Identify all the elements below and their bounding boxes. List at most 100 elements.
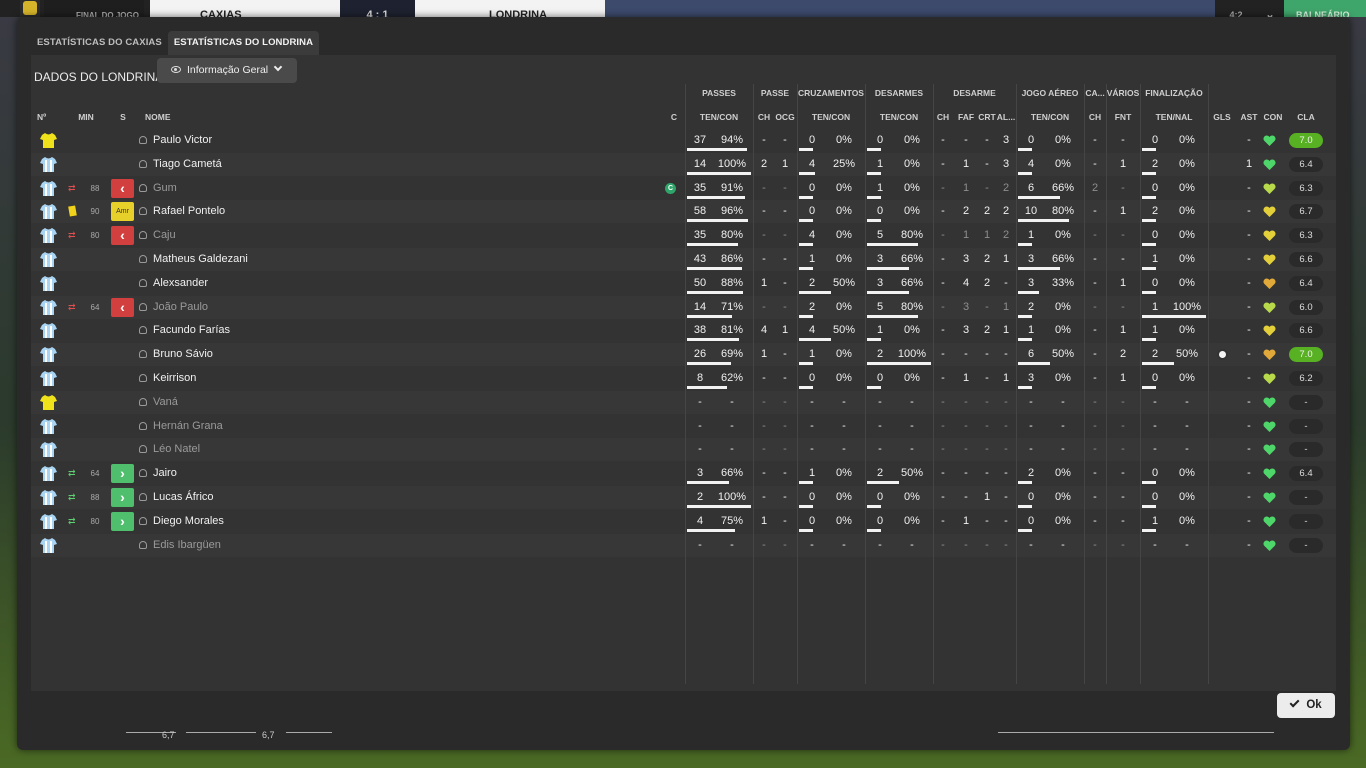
fouls: 1: [962, 229, 970, 242]
person-icon: [139, 231, 147, 240]
column-header-faf[interactable]: FAF: [955, 109, 977, 125]
player-name[interactable]: Facundo Farías: [139, 319, 559, 342]
player-name[interactable]: Rafael Pontelo: [139, 200, 559, 223]
sub-in-icon: ⇄: [68, 515, 76, 526]
column-header-passes[interactable]: TEN/CON: [685, 109, 753, 125]
player-name[interactable]: Gum: [139, 177, 559, 200]
team-tabs: ESTATÍSTICAS DO CAXIAS ESTATÍSTICAS DO LO…: [31, 31, 320, 55]
passes-attempts: -: [698, 395, 702, 408]
collapse-icon[interactable]: ⌄: [1258, 0, 1282, 17]
aerial-attempts: -: [1029, 395, 1033, 408]
column-header-crt[interactable]: CRT: [977, 109, 997, 125]
dressing-room-button[interactable]: BALNEÁRIO: [1284, 0, 1366, 17]
passes-bar: [687, 290, 744, 294]
column-header-min[interactable]: MIN: [75, 109, 97, 125]
column-header-al[interactable]: AL...: [996, 109, 1016, 125]
cards: -: [985, 395, 989, 408]
aerial-pct: 33%: [1051, 276, 1075, 289]
column-header-cla[interactable]: CLA: [1289, 109, 1323, 125]
cards: 2: [983, 276, 991, 289]
column-header-s[interactable]: S: [115, 109, 131, 125]
sub-out-icon: ⇄: [68, 301, 76, 312]
player-name[interactable]: Lucas Áfrico: [139, 486, 559, 509]
view-dropdown[interactable]: Informação Geral: [157, 58, 297, 83]
crosses-bar: [799, 148, 813, 151]
pass-ocg: -: [783, 395, 787, 408]
pass-ch: -: [762, 538, 766, 551]
column-header-nome[interactable]: NOME: [145, 109, 205, 125]
player-name[interactable]: Tiago Cametá: [139, 153, 559, 176]
player-name[interactable]: Léo Natel: [139, 438, 559, 461]
column-header-ast[interactable]: AST: [1237, 109, 1261, 125]
minute-value: 88: [90, 493, 100, 502]
tackles-bar: [867, 171, 881, 175]
passes-bar: [687, 362, 732, 366]
cards: -: [985, 372, 989, 384]
shirt-icon: [40, 418, 57, 435]
column-header-fin[interactable]: TEN/NAL: [1140, 109, 1208, 125]
column-header-ocg[interactable]: OCG: [773, 109, 797, 125]
tackles-bar: [867, 219, 881, 223]
shots-pct: 0%: [1179, 253, 1195, 265]
shots-bar: [1142, 290, 1156, 294]
column-header-gls[interactable]: GLS: [1209, 109, 1235, 125]
ca-ch: -: [1093, 276, 1097, 289]
condition-heart-icon: [1263, 325, 1276, 337]
player-name[interactable]: Matheus Galdezani: [139, 248, 559, 271]
passes-bar: [687, 314, 733, 318]
fnt: -: [1121, 419, 1125, 432]
column-header-aereo[interactable]: TEN/CON: [1016, 109, 1084, 125]
player-name[interactable]: Edis Ibargüen: [139, 534, 559, 557]
aerial-bar: [1018, 338, 1032, 342]
aerial-bar: [1018, 481, 1032, 485]
ca-ch: -: [1093, 157, 1097, 170]
person-icon: [139, 421, 147, 430]
tackles-bar: [867, 528, 881, 532]
fouls: 3: [962, 324, 970, 337]
column-header-num[interactable]: Nº: [37, 109, 59, 125]
player-name[interactable]: Hernán Grana: [139, 415, 559, 438]
pass-ocg: -: [783, 538, 787, 551]
shots-bar: [1142, 505, 1156, 508]
column-header-cruz[interactable]: TEN/CON: [797, 109, 865, 125]
player-name[interactable]: Bruno Sávio: [139, 343, 559, 366]
player-name[interactable]: Paulo Victor: [139, 129, 559, 152]
column-header-c[interactable]: C: [667, 109, 681, 125]
passes-bar: [687, 243, 739, 247]
pass-ocg: 1: [781, 157, 789, 170]
column-header-des[interactable]: TEN/CON: [865, 109, 933, 125]
assists: -: [1247, 372, 1251, 384]
tab-londrina-stats[interactable]: ESTATÍSTICAS DO LONDRINA: [167, 31, 320, 55]
player-name[interactable]: Keirrison: [139, 367, 559, 390]
aerial-pct: 0%: [1055, 300, 1071, 313]
column-header-con[interactable]: CON: [1261, 109, 1285, 125]
player-name[interactable]: João Paulo: [139, 296, 559, 319]
ok-button[interactable]: Ok: [1277, 693, 1335, 718]
aerial-pct: 0%: [1055, 229, 1071, 242]
player-name[interactable]: Jairo: [139, 462, 559, 485]
column-header-ch3[interactable]: CH: [1084, 109, 1106, 125]
shots-bar: [1142, 386, 1156, 389]
column-header-fnt[interactable]: FNT: [1106, 109, 1140, 125]
tab-caxias-stats[interactable]: ESTATÍSTICAS DO CAXIAS: [31, 31, 168, 55]
column-header-ch2[interactable]: CH: [933, 109, 953, 125]
player-name[interactable]: Alexsander: [139, 272, 559, 295]
player-name[interactable]: Vaná: [139, 391, 559, 414]
shots-bar: [1142, 314, 1206, 318]
tackle-ch: -: [941, 419, 945, 432]
tackle-al: -: [1004, 467, 1008, 480]
aerial-pct: -: [1061, 395, 1065, 408]
pass-ch: -: [762, 372, 766, 384]
condition-heart-icon: [1263, 397, 1276, 409]
minute-value: 64: [90, 469, 100, 479]
tackles-bar: [867, 505, 881, 508]
shirt-icon: [40, 489, 57, 506]
shirt-icon: [40, 513, 57, 530]
condition-heart-icon: [1263, 206, 1276, 218]
player-name[interactable]: Caju: [139, 224, 559, 247]
fouls: -: [964, 419, 968, 432]
player-name[interactable]: Diego Morales: [139, 510, 559, 533]
column-header-ch1[interactable]: CH: [753, 109, 775, 125]
tackle-al: 1: [1002, 324, 1010, 337]
aerial-attempts: -: [1029, 419, 1033, 432]
